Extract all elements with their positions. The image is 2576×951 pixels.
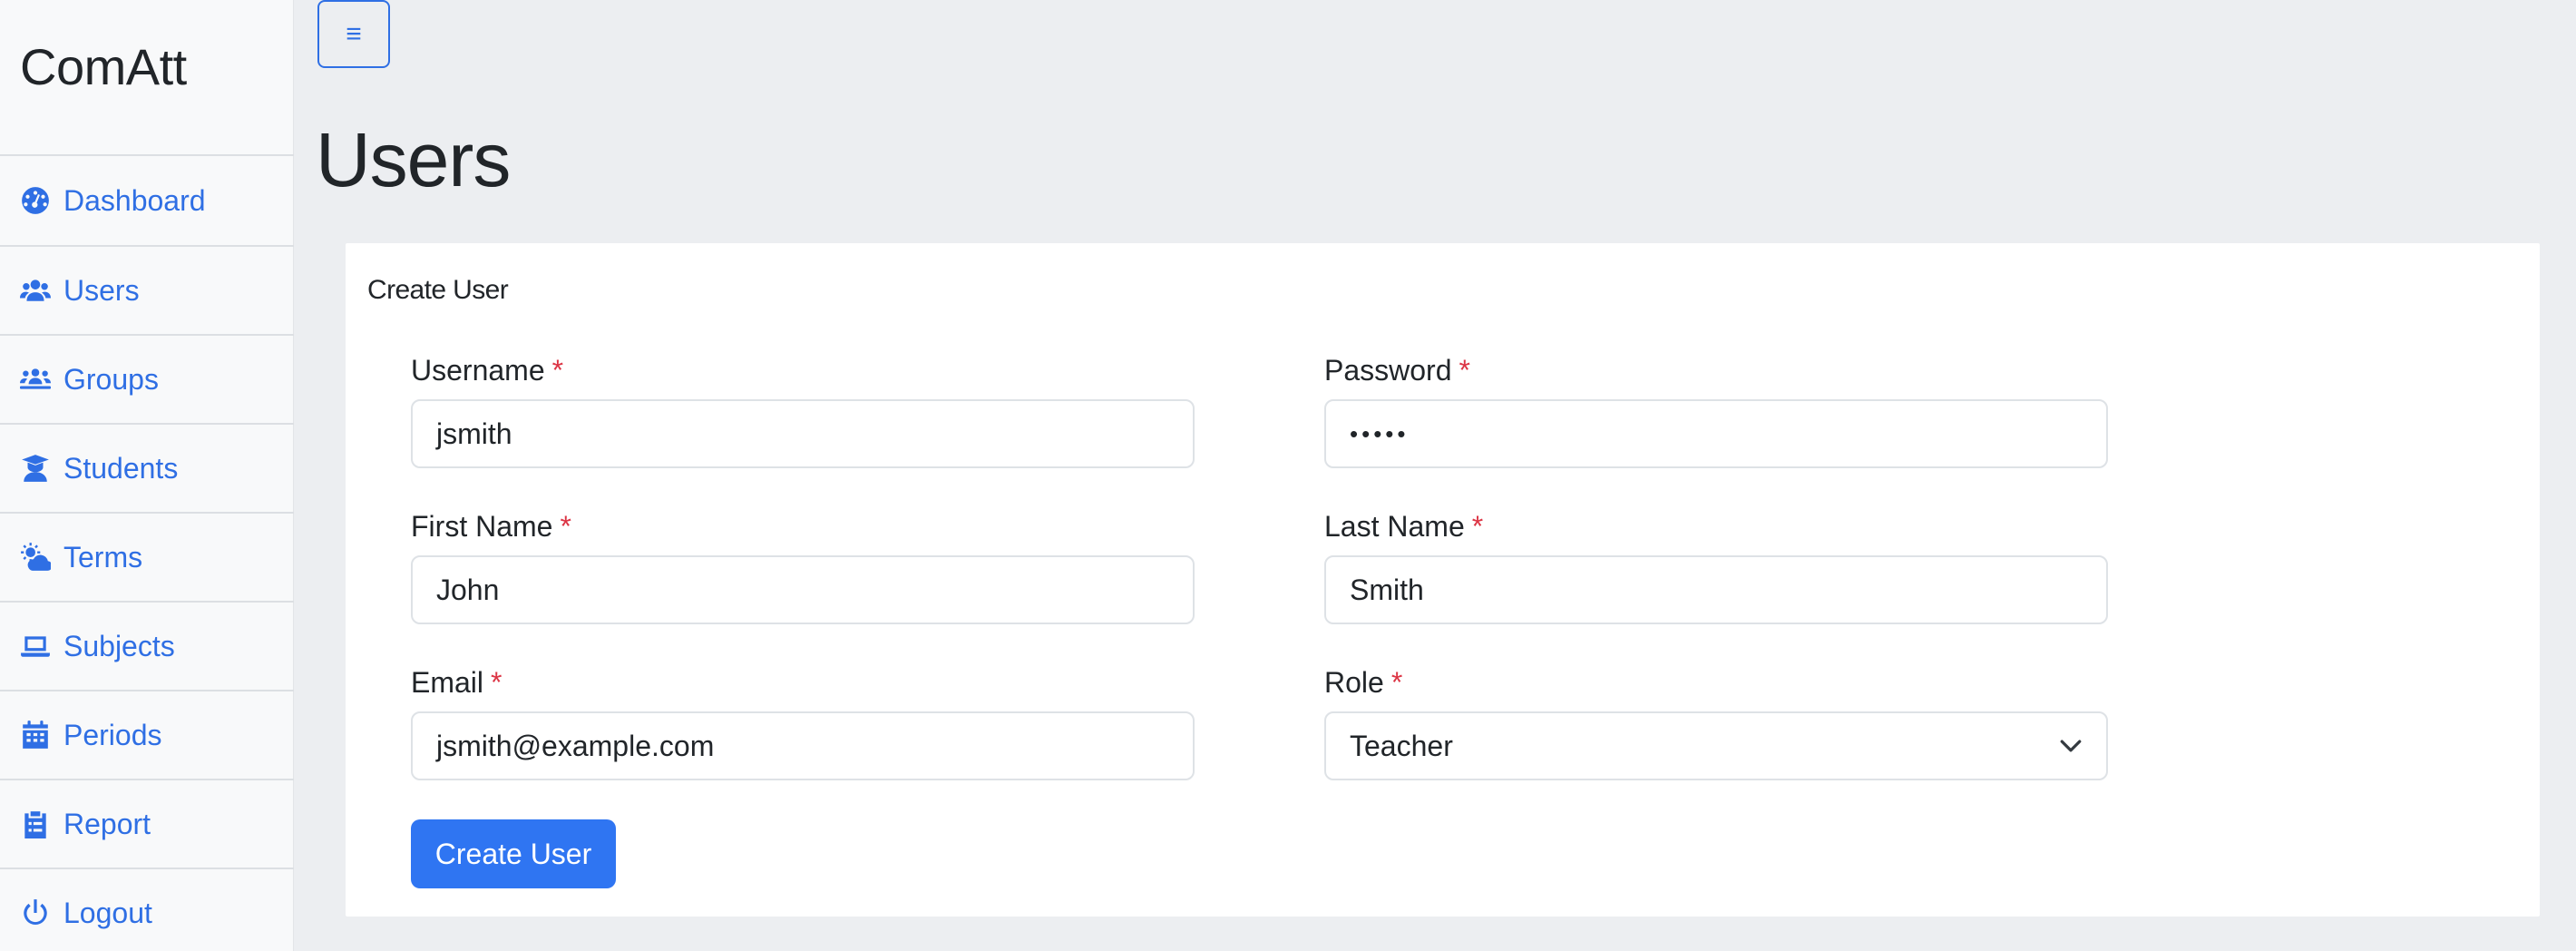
brand-title: ComAtt <box>20 38 187 95</box>
first-name-input[interactable]: John <box>411 555 1195 624</box>
first-name-field-group: First Name * John <box>411 508 1195 624</box>
sidebar-nav: Dashboard Users Groups Students Terms Su… <box>0 154 294 951</box>
sidebar-item-label: Report <box>63 808 151 840</box>
sidebar-item-students[interactable]: Students <box>0 425 294 514</box>
role-select[interactable]: Teacher <box>1324 711 2108 780</box>
chevron-down-icon <box>2059 734 2083 758</box>
last-name-input[interactable]: Smith <box>1324 555 2108 624</box>
sidebar-item-label: Terms <box>63 541 143 574</box>
power-icon <box>20 897 51 928</box>
username-input[interactable]: jsmith <box>411 399 1195 468</box>
last-name-field-group: Last Name * Smith <box>1324 508 2108 624</box>
laptop-icon <box>20 631 51 662</box>
sidebar: ComAtt Dashboard Users Groups Students T… <box>0 0 294 951</box>
username-field-group: Username * jsmith <box>411 352 1195 468</box>
required-marker: * <box>1459 354 1470 387</box>
card-title: Create User <box>367 275 509 305</box>
sidebar-item-label: Groups <box>63 363 159 396</box>
role-label: Role * <box>1324 666 1403 699</box>
groups-icon <box>20 364 51 395</box>
sidebar-item-label: Periods <box>63 719 162 751</box>
sidebar-item-terms[interactable]: Terms <box>0 514 294 603</box>
clipboard-list-icon <box>20 809 51 839</box>
sidebar-item-logout[interactable]: Logout <box>0 869 294 951</box>
sidebar-item-groups[interactable]: Groups <box>0 336 294 425</box>
required-marker: * <box>1390 666 1403 699</box>
required-marker: * <box>560 510 571 543</box>
password-label: Password * <box>1324 354 1470 387</box>
create-user-card: Create User Username * jsmith Password * •… <box>346 243 2540 917</box>
weather-icon <box>20 542 51 573</box>
required-marker: * <box>1471 510 1484 543</box>
password-field-group: Password * ••••• <box>1324 352 2108 468</box>
email-label: Email * <box>411 666 503 699</box>
sidebar-item-label: Dashboard <box>63 184 206 217</box>
email-field-group: Email * jsmith@example.com <box>411 664 1195 780</box>
required-marker: * <box>551 354 564 387</box>
dashboard-icon <box>20 185 51 216</box>
sidebar-item-dashboard[interactable]: Dashboard <box>0 156 294 247</box>
calendar-icon <box>20 720 51 750</box>
main-content: ≡ Users Create User Username * jsmith Pas… <box>294 0 2576 951</box>
email-input[interactable]: jsmith@example.com <box>411 711 1195 780</box>
sidebar-item-label: Logout <box>63 897 152 929</box>
required-marker: * <box>491 666 503 699</box>
username-label: Username * <box>411 354 564 387</box>
sidebar-item-subjects[interactable]: Subjects <box>0 603 294 691</box>
sidebar-item-report[interactable]: Report <box>0 780 294 869</box>
sidebar-item-label: Students <box>63 452 179 485</box>
users-icon <box>20 275 51 306</box>
first-name-label: First Name * <box>411 510 571 543</box>
last-name-label: Last Name * <box>1324 510 1484 543</box>
app: ComAtt Dashboard Users Groups Students T… <box>0 0 2576 951</box>
password-input[interactable]: ••••• <box>1324 399 2108 468</box>
hamburger-icon: ≡ <box>346 18 362 49</box>
role-field-group: Role * Teacher <box>1324 664 2108 780</box>
sidebar-item-label: Users <box>63 274 140 307</box>
role-select-value: Teacher <box>1350 729 1453 762</box>
create-user-button[interactable]: Create User <box>411 819 616 888</box>
sidebar-item-label: Subjects <box>63 630 175 662</box>
student-icon <box>20 453 51 484</box>
sidebar-item-periods[interactable]: Periods <box>0 691 294 780</box>
sidebar-item-users[interactable]: Users <box>0 247 294 336</box>
sidebar-toggle-button[interactable]: ≡ <box>317 0 390 68</box>
page-title: Users <box>316 117 511 202</box>
